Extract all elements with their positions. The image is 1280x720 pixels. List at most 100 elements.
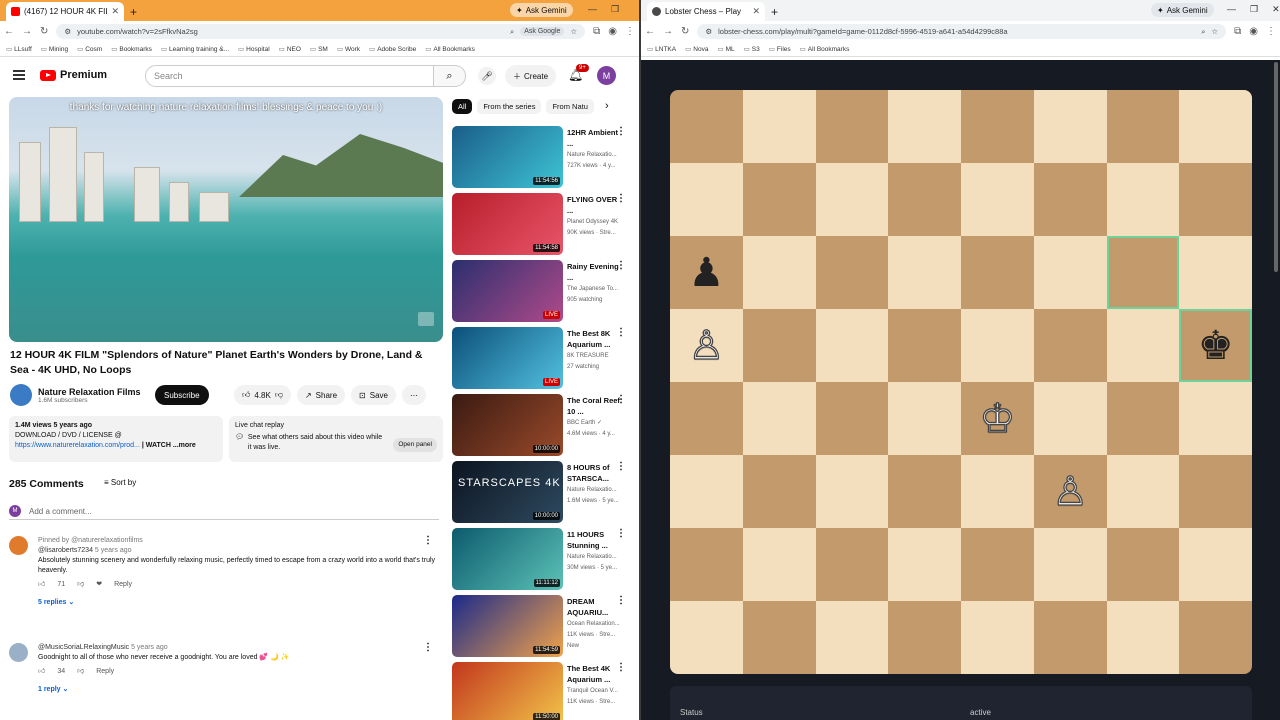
black-piece-h5[interactable]: ♚ [1198, 326, 1234, 366]
square-a7[interactable] [670, 163, 743, 236]
square-g3[interactable] [1106, 455, 1180, 528]
square-h3[interactable] [1179, 455, 1252, 528]
reply-button[interactable]: Reply [114, 580, 132, 590]
zoom-icon[interactable]: ⌕ [510, 27, 514, 37]
more-options-icon[interactable]: ⋮ [616, 528, 626, 539]
like-comment-icon[interactable]: 👍︎ [38, 667, 45, 677]
square-e4[interactable]: ♔ [961, 382, 1034, 455]
comment-author[interactable]: @MusicSoriaLRelaxingMusic [38, 644, 129, 651]
recommended-title[interactable]: DREAM AQUARIU... [567, 596, 623, 618]
square-b8[interactable] [742, 90, 816, 163]
new-tab-button[interactable]: + [771, 5, 778, 19]
square-e1[interactable] [961, 601, 1034, 674]
video-thumbnail[interactable]: STARSCAPES 4K 10:00:00 [452, 461, 563, 523]
recommended-channel[interactable]: Planet Odyssey 4K [567, 217, 625, 228]
bookmark-item[interactable]: Hospital [238, 45, 269, 53]
chip-all[interactable]: All [452, 99, 473, 114]
commenter-avatar[interactable] [9, 536, 28, 555]
forward-icon[interactable]: → [22, 26, 32, 37]
ask-gemini-button[interactable]: ✦ Ask Gemini [510, 3, 573, 17]
page-scrollbar[interactable] [1274, 62, 1278, 272]
tab-youtube[interactable]: (4167) 12 HOUR 4K FILM 'Sp ✕ [6, 2, 124, 21]
bookmark-item[interactable]: All Bookmarks [800, 45, 850, 53]
menu-icon[interactable]: ⋮ [625, 26, 635, 37]
bookmark-item[interactable]: All Bookmarks [425, 45, 475, 53]
subscribe-button[interactable]: Subscribe [155, 385, 209, 405]
bookmark-item[interactable]: ML [717, 45, 735, 53]
dislike-comment-icon[interactable]: 👎︎ [77, 580, 84, 590]
square-a5[interactable]: ♙ [670, 309, 743, 382]
back-icon[interactable]: ← [4, 26, 14, 37]
square-b5[interactable] [742, 309, 816, 382]
close-window-icon[interactable]: ✕ [1272, 4, 1280, 15]
square-d8[interactable] [888, 90, 961, 163]
square-g6[interactable] [1106, 236, 1180, 309]
share-button[interactable]: ↗ Share [296, 385, 346, 405]
square-f5[interactable] [1033, 309, 1107, 382]
square-a8[interactable] [670, 90, 743, 163]
description-box[interactable]: 1.4M views 5 years ago DOWNLOAD / DVD / … [9, 416, 223, 462]
square-d6[interactable] [888, 236, 961, 309]
square-d5[interactable] [888, 309, 961, 382]
square-d3[interactable] [888, 455, 961, 528]
recommended-title[interactable]: 12HR Ambient ... [567, 127, 623, 149]
square-a4[interactable] [670, 382, 743, 455]
reply-button[interactable]: Reply [96, 667, 114, 677]
recommended-channel[interactable]: Ocean Relaxation... [567, 619, 625, 630]
video-thumbnail[interactable]: 11:50:00 [452, 662, 563, 720]
square-g7[interactable] [1106, 163, 1180, 236]
avatar[interactable]: M [597, 66, 616, 85]
square-h7[interactable] [1179, 163, 1252, 236]
recommended-channel[interactable]: Nature Relaxatio... [567, 552, 625, 563]
chip-from-series[interactable]: From the series [477, 99, 542, 114]
recommended-channel[interactable]: Nature Relaxatio... [567, 150, 625, 161]
hamburger-menu-icon[interactable] [13, 70, 25, 80]
square-e2[interactable] [961, 528, 1034, 601]
square-b1[interactable] [742, 601, 816, 674]
bookmark-star-icon[interactable]: ☆ [1211, 27, 1218, 36]
more-actions-button[interactable]: ⋯ [401, 385, 426, 405]
square-c4[interactable] [815, 382, 889, 455]
square-e7[interactable] [961, 163, 1034, 236]
bookmark-item[interactable]: S3 [744, 45, 760, 53]
square-b3[interactable] [742, 455, 816, 528]
video-thumbnail[interactable]: 10:00:00 [452, 394, 563, 456]
recommended-video[interactable]: LIVE The Best 8K Aquarium ... 8K TREASURE 2… [452, 327, 634, 389]
recommended-video[interactable]: LIVE Rainy Evening ... The Japanese To... 9… [452, 260, 634, 322]
close-tab-icon[interactable]: ✕ [111, 6, 119, 17]
square-e3[interactable] [961, 455, 1034, 528]
square-c6[interactable] [815, 236, 889, 309]
ask-google-button[interactable]: Ask Google [520, 27, 565, 36]
recommended-channel[interactable]: 8K TREASURE [567, 351, 625, 362]
white-piece-e4[interactable]: ♔ [979, 398, 1016, 439]
recommended-channel[interactable]: BBC Earth ✓ [567, 418, 625, 429]
square-c1[interactable] [815, 601, 889, 674]
square-e8[interactable] [961, 90, 1034, 163]
square-c3[interactable] [815, 455, 889, 528]
square-g8[interactable] [1106, 90, 1180, 163]
bookmark-item[interactable]: Files [769, 45, 791, 53]
like-button[interactable]: 👍︎ 4.8K 👎︎ [234, 385, 291, 405]
show-more-link[interactable]: | WATCH ...more [142, 442, 196, 449]
channel-avatar[interactable] [10, 384, 32, 406]
square-f2[interactable] [1033, 528, 1107, 601]
square-d1[interactable] [888, 601, 961, 674]
white-piece-f3[interactable]: ♙ [1052, 471, 1089, 512]
chip-from-channel[interactable]: From Natu [546, 99, 594, 114]
restore-icon[interactable]: ❐ [611, 4, 619, 15]
more-options-icon[interactable]: ⋮ [616, 327, 626, 338]
reload-icon[interactable]: ↻ [681, 26, 689, 37]
recommended-video[interactable]: 11:54:58 FLYING OVER ... Planet Odyssey 4K… [452, 193, 634, 255]
forward-icon[interactable]: → [663, 26, 673, 37]
minimize-icon[interactable]: — [1227, 4, 1236, 15]
address-bar[interactable]: ⚙ lobster-chess.com/play/multi?gameId=ga… [697, 24, 1227, 39]
square-b6[interactable] [742, 236, 816, 309]
bookmark-item[interactable]: LLsuff [6, 45, 32, 53]
square-g5[interactable] [1106, 309, 1180, 382]
square-g4[interactable] [1106, 382, 1180, 455]
square-h2[interactable] [1179, 528, 1252, 601]
square-e6[interactable] [961, 236, 1034, 309]
bookmark-star-icon[interactable]: ☆ [570, 27, 577, 36]
more-options-icon[interactable]: ⋮ [616, 461, 626, 472]
view-replies-button[interactable]: 5 replies ⌄ [38, 598, 439, 608]
